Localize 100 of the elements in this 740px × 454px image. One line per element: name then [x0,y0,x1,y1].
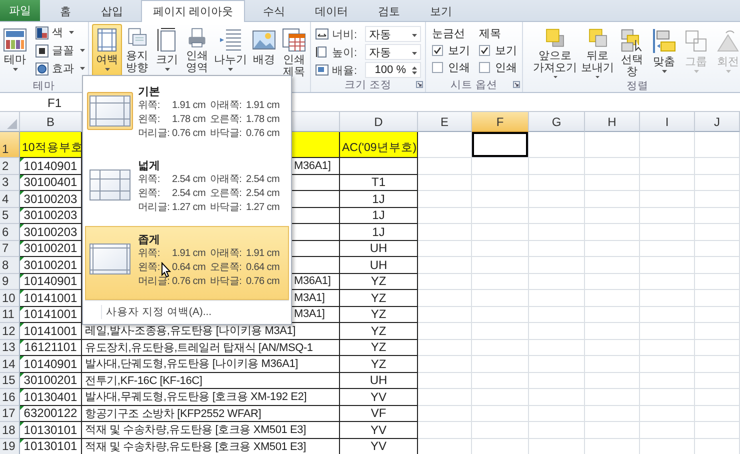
column-header[interactable]: G [529,112,585,132]
ribbon-button[interactable]: 선택 창 [616,24,648,79]
ribbon-button[interactable]: 크기 [152,24,182,79]
table-cell[interactable]: YZ [340,274,418,290]
ribbon-button[interactable]: 앞으로 가져오기 [531,24,579,79]
field-label: 높이: [332,46,358,60]
column-header[interactable]: F [472,112,529,132]
spinner-field[interactable]: 100 % [365,62,421,78]
table-cell[interactable]: YV [340,438,418,454]
row-header[interactable]: 12 [0,323,20,340]
table-cell[interactable]: YZ [340,323,418,340]
checkbox[interactable] [432,44,443,56]
file-tab[interactable]: 파일 [0,0,40,21]
table-cell[interactable]: T1 [340,174,418,191]
table-cell[interactable]: UH [340,240,418,257]
custom-margins-item[interactable]: 사용자 지정 여백(A)... [101,305,212,319]
row-header[interactable]: 4 [0,191,20,208]
table-cell[interactable]: 1J [340,208,418,224]
table-cell[interactable]: YZ [340,306,418,323]
table-cell[interactable]: 전투기,KF-16C [KF-16C] [82,372,340,389]
caret-icon [80,67,85,70]
row-header[interactable]: 3 [0,174,20,191]
row-header[interactable]: 17 [0,406,20,422]
dialog-launcher-icon[interactable] [513,81,520,88]
row-header[interactable]: 11 [0,306,20,323]
themes-button[interactable]: 테마 [1,24,29,79]
margin-label: 위쪽: [138,173,160,186]
ribbon-button[interactable]: 인쇄 제목 [279,24,309,79]
ribbon-button[interactable]: 글꼴 [33,42,87,59]
ribbon-tab[interactable]: 삽입 [89,0,135,21]
table-cell[interactable]: 1J [340,191,418,208]
ribbon-tab[interactable]: 페이지 레이아웃 [141,0,246,22]
table-cell[interactable]: 항공기구조 소방차 [KFP2552 WFAR] [82,406,340,422]
column-header[interactable]: J [695,112,740,132]
row-header[interactable]: 19 [0,438,20,454]
table-cell[interactable]: VF [340,406,418,422]
column-header[interactable]: D [340,112,418,132]
dialog-launcher-icon[interactable] [416,81,423,88]
checkbox-label[interactable]: 인쇄 [448,60,470,74]
row-header[interactable]: 10 [0,290,20,306]
empty-cell[interactable] [340,158,418,174]
ribbon-button[interactable]: 뒤로 보내기 [579,24,616,79]
row-header[interactable]: 8 [0,257,20,274]
checkbox[interactable] [479,62,490,72]
table-cell[interactable]: 유도장치,유도탄용,트레일러 탑재식 [AN/MSQ-1 [82,340,340,356]
active-cell[interactable] [472,132,529,158]
checkbox-label[interactable]: 인쇄 [495,60,517,74]
table-cell[interactable]: AC('09년부호) [340,132,418,158]
row-header[interactable]: 7 [0,240,20,257]
table-cell[interactable]: YZ [340,356,418,372]
ribbon-button[interactable]: 효과 [33,60,87,77]
ribbon-tab[interactable]: 데이터 [303,0,360,21]
table-cell[interactable]: 적재 및 수송차량,유도탄용 [호크용 XM501 E3] [82,422,340,438]
table-cell[interactable]: 발사대,무궤도형,유도탄용 [호크용 XM-192 E2] [82,389,340,406]
corner-header[interactable] [0,112,20,132]
row-header[interactable]: 1 [0,132,20,158]
margin-value: 2.54 cm [172,173,206,186]
checkbox-label[interactable]: 보기 [448,42,470,58]
row-header[interactable]: 5 [0,208,20,224]
checkbox[interactable] [479,44,490,56]
spin-arrows-icon[interactable] [412,66,417,74]
select-all-icon[interactable] [7,119,17,129]
row-header[interactable]: 13 [0,340,20,356]
ribbon-button[interactable]: 맞춤 [648,24,680,79]
ribbon-tab[interactable]: 검토 [366,0,412,21]
checkbox[interactable] [432,62,443,72]
row-header[interactable]: 14 [0,356,20,372]
table-cell[interactable]: 10적용부호 [20,132,82,158]
row-header[interactable]: 18 [0,422,20,438]
menu-item[interactable]: 좁게 위쪽: 1.91 cm 아래쪽: 1.91 cm 왼쪽: 0.64 cm 오른쪽: 0.64 cm 머리글: 0.76 cm 바닥글: 0.76 cm [85,226,289,300]
row-header[interactable]: 9 [0,274,20,290]
row-header[interactable]: 16 [0,389,20,406]
ribbon-button[interactable]: 나누기 [212,24,249,79]
dropdown-field[interactable]: 자동 [365,44,421,60]
row-header[interactable]: 15 [0,372,20,389]
ribbon-tab[interactable]: 수식 [251,0,298,21]
menu-item[interactable]: 넓게 위쪽: 2.54 cm 아래쪽: 2.54 cm 왼쪽: 2.54 cm 오른쪽: 2.54 cm 머리글: 1.27 cm 바닥글: 1.27 cm [85,152,289,226]
table-cell[interactable]: 적재 및 수송차량,유도탄용 [호크용 XM501 E3] [82,438,340,454]
column-header[interactable]: I [640,112,695,132]
ribbon-button[interactable]: 색 [33,24,87,41]
margin-label: 아래쪽: [210,99,242,112]
table-cell[interactable]: YV [340,422,418,438]
table-cell[interactable]: UH [340,372,418,389]
table-cell[interactable]: 발사대,단궤도형,유도탄용 [나이키용 M36A1] [82,356,340,372]
column-header[interactable]: E [418,112,472,132]
column-header[interactable]: H [585,112,640,132]
table-cell[interactable]: UH [340,257,418,274]
column-header[interactable]: B [20,112,82,132]
row-header[interactable]: 2 [0,158,20,174]
caret-icon [12,68,18,71]
margin-value: 1.78 cm [246,113,280,126]
table-cell[interactable]: YZ [340,290,418,306]
table-cell[interactable]: 1J [340,224,418,240]
checkbox-label[interactable]: 보기 [495,42,517,58]
row-header[interactable]: 6 [0,224,20,240]
ribbon-tab[interactable]: 보기 [418,0,464,21]
ribbon-tab[interactable]: 홈 [48,0,83,21]
table-cell[interactable]: YZ [340,340,418,356]
table-cell[interactable]: YV [340,389,418,406]
dropdown-field[interactable]: 자동 [365,26,421,42]
